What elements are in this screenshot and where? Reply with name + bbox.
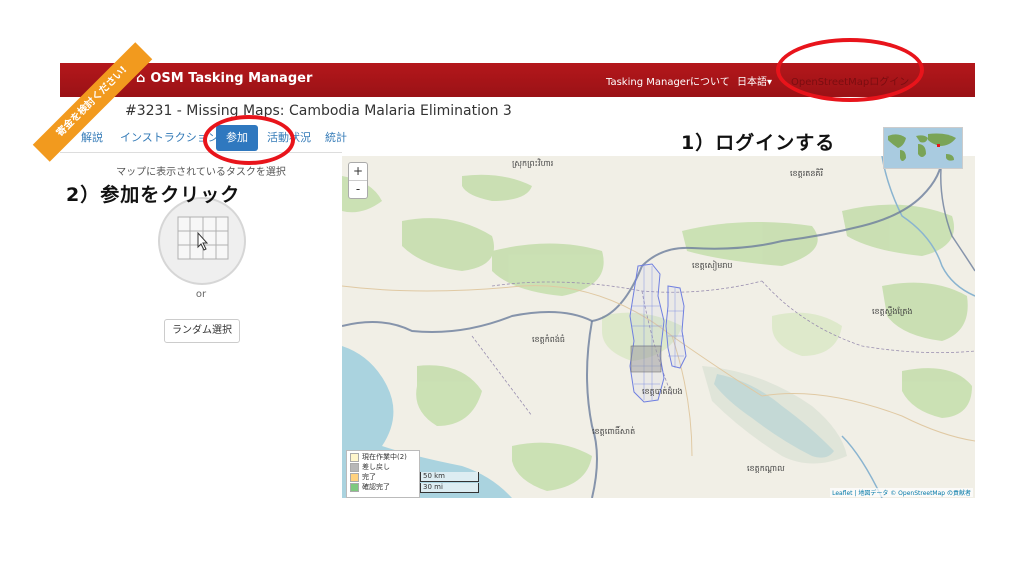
legend-label: 差し戻し — [362, 463, 390, 471]
world-map-icon — [888, 133, 956, 161]
select-task-illustration — [158, 197, 246, 285]
legend-swatch — [350, 462, 359, 472]
world-minimap[interactable] — [883, 127, 963, 169]
language-dropdown[interactable]: 日本語▾ — [737, 73, 772, 88]
zoom-control: + - — [348, 162, 368, 199]
place-label: ខេត្តកំពង់ធំ — [532, 335, 566, 344]
place-label: ខេត្តពោធិ៍សាត់ — [592, 427, 636, 436]
tab-stats[interactable]: 統計 — [325, 129, 347, 145]
brand-label: OSM Tasking Manager — [150, 71, 313, 86]
project-tabs: 解説 インストラクション 参加 活動状況 統計 — [60, 125, 347, 153]
brand-link[interactable]: ⌂ OSM Tasking Manager — [136, 71, 312, 86]
legend-swatch — [350, 472, 359, 482]
map-base-layer — [342, 156, 975, 498]
language-label: 日本語 — [737, 77, 767, 88]
about-link[interactable]: Tasking Managerについて — [606, 73, 730, 88]
tab-description[interactable]: 解説 — [81, 129, 103, 145]
or-label: or — [195, 289, 207, 300]
place-label: ខេត្តសៀមរាប — [692, 261, 733, 270]
scale-km: 50 km — [420, 472, 479, 482]
contribute-highlight-circle — [203, 115, 295, 165]
annotation-step2: 2）参加をクリック — [66, 184, 241, 206]
legend-label: 現在作業中(2) — [362, 453, 407, 461]
caret-down-icon: ▾ — [767, 77, 773, 88]
legend-item: 現在作業中(2) — [350, 452, 416, 462]
task-map[interactable]: + - ស្រុកព្រះវិហារ ខេត្តសៀមរាប ខេត្តកំពង… — [342, 156, 975, 498]
select-task-heading: マップに表示されているタスクを選択 — [116, 167, 286, 178]
annotation-step1: 1）ログインする — [681, 132, 836, 154]
place-label: ខេត្តស្ទឹងត្រែង — [872, 307, 913, 316]
place-label: ខេត្តកណ្ដាល — [747, 464, 785, 473]
legend-item: 完了 — [350, 472, 416, 482]
place-label: ខេត្តបាត់ដំបង — [642, 387, 683, 396]
login-highlight-circle — [776, 38, 924, 102]
legend-label: 確認完了 — [362, 483, 390, 491]
zoom-in-button[interactable]: + — [349, 163, 367, 181]
legend-swatch — [350, 452, 359, 462]
random-select-button[interactable]: ランダム選択 — [164, 319, 240, 343]
grid-cursor-icon — [177, 216, 229, 260]
zoom-out-button[interactable]: - — [349, 181, 367, 198]
map-attribution[interactable]: Leaflet | 地図データ © OpenStreetMap の貢献者 — [830, 488, 973, 497]
place-label: ខេត្តរតនគិរី — [790, 169, 824, 178]
legend-item: 確認完了 — [350, 482, 416, 492]
legend-swatch — [350, 482, 359, 492]
project-title: #3231 - Missing Maps: Cambodia Malaria E… — [125, 103, 512, 119]
legend-item: 差し戻し — [350, 462, 416, 472]
scale-mi: 30 mi — [420, 483, 479, 493]
legend-label: 完了 — [362, 473, 376, 481]
place-label: ស្រុកព្រះវិហារ — [512, 159, 554, 168]
task-legend: 現在作業中(2) 差し戻し 完了 確認完了 — [346, 450, 420, 498]
map-scale: 50 km 30 mi — [420, 472, 479, 494]
